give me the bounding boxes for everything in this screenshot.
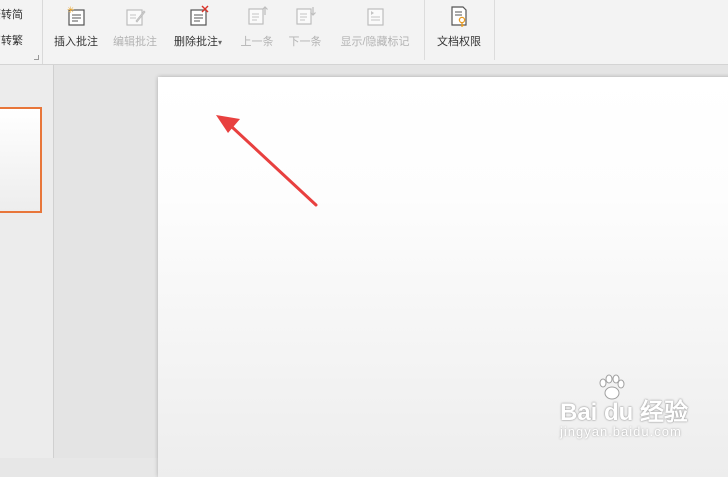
baidu-jingyan-watermark: Bai du 经验 jingyan.baidu.com bbox=[560, 374, 728, 458]
watermark-brand-text: Bai du 经验 bbox=[560, 399, 689, 426]
watermark-url-text: jingyan.baidu.com bbox=[560, 424, 682, 439]
